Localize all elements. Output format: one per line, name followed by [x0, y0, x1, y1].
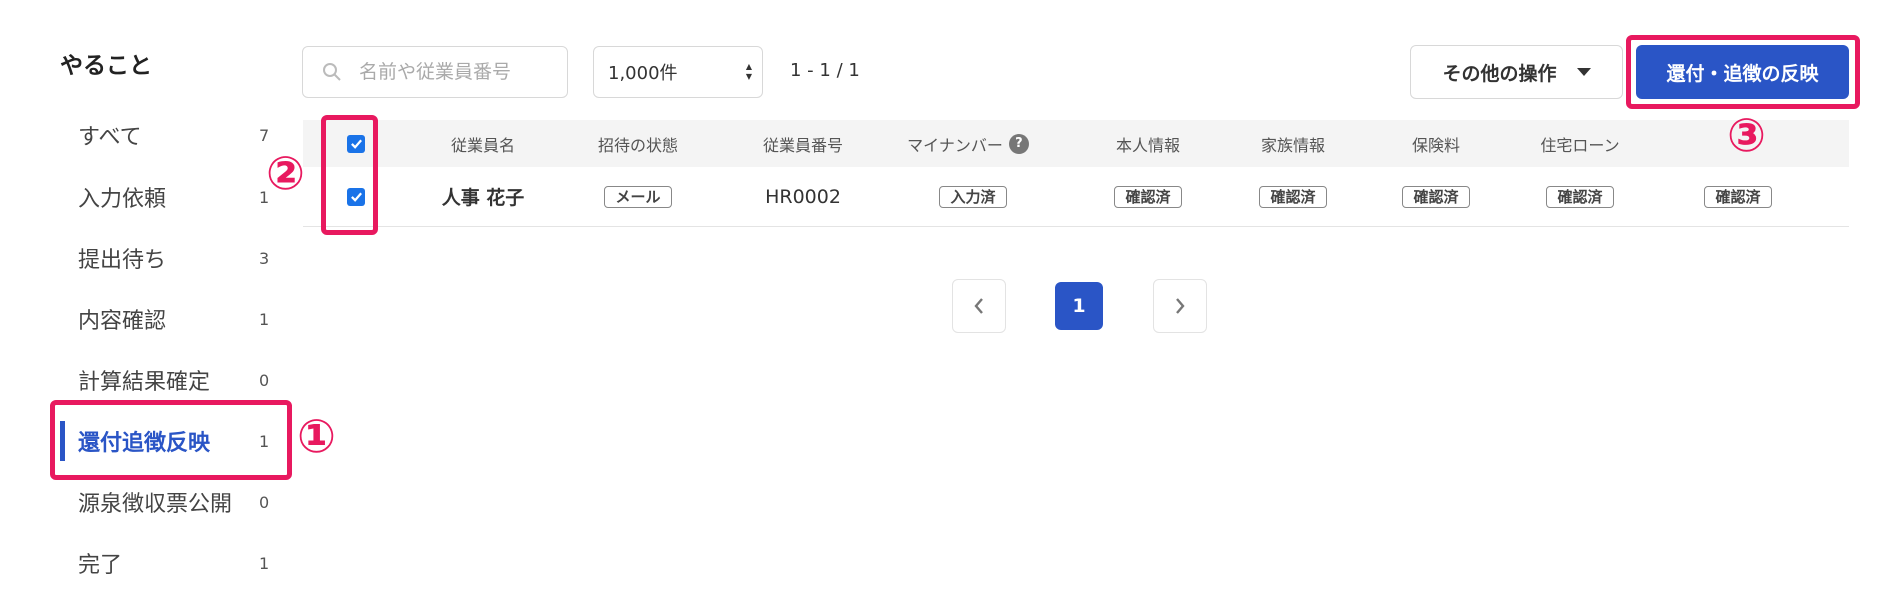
select-arrows-icon: ▲ ▼ — [745, 62, 752, 81]
highlight-box-sidebar — [50, 400, 292, 480]
mynumber-cell: 入力済 — [898, 167, 1048, 226]
sidebar-item-label: すべて — [78, 125, 142, 150]
sidebar-item-withholding-publish[interactable]: 源泉徴収票公開 0 — [60, 478, 272, 526]
status-badge: 確認済 — [1114, 185, 1182, 208]
employee-name[interactable]: 人事 花子 — [408, 167, 558, 226]
sidebar-item-label: 完了 — [78, 553, 123, 578]
loan-cell: 確認済 — [1505, 167, 1655, 226]
sidebar-item-all[interactable]: すべて 7 — [60, 111, 272, 159]
annotation-number-2: ② — [266, 146, 305, 200]
status-badge: 確認済 — [1402, 185, 1470, 208]
sidebar-item-count: 7 — [259, 125, 270, 145]
search-input[interactable] — [359, 61, 559, 83]
sidebar-item-awaiting-submission[interactable]: 提出待ち 3 — [60, 234, 272, 282]
chevron-left-icon — [974, 298, 983, 314]
other-operations-button[interactable]: その他の操作 — [1410, 45, 1623, 99]
chevron-right-icon — [1176, 298, 1185, 314]
status-badge: メール — [604, 185, 672, 208]
annotation-number-1: ① — [297, 409, 336, 463]
header-insurance[interactable]: 保険料 — [1361, 120, 1511, 167]
search-icon — [321, 61, 343, 83]
header-family[interactable]: 家族情報 — [1218, 120, 1368, 167]
highlight-box-checkboxes — [321, 115, 378, 235]
highlight-box-apply-button — [1626, 35, 1860, 109]
header-personal[interactable]: 本人情報 — [1073, 120, 1223, 167]
employee-number: HR0002 — [765, 185, 841, 208]
sidebar-item-label: 提出待ち — [78, 248, 167, 273]
sidebar-item-label: 源泉徴収票公開 — [78, 492, 233, 517]
status-badge: 確認済 — [1259, 185, 1327, 208]
sidebar-title: やること — [60, 53, 152, 79]
personal-cell: 確認済 — [1073, 167, 1223, 226]
sidebar-item-content-review[interactable]: 内容確認 1 — [60, 295, 272, 343]
sidebar: やること すべて 7 入力依頼 1 提出待ち 3 内容確認 1 計算結果確定 0… — [0, 0, 290, 592]
status-badge: 入力済 — [939, 185, 1007, 208]
per-page-select[interactable]: 1,000件 ▲ ▼ — [593, 46, 763, 98]
family-cell: 確認済 — [1218, 167, 1368, 226]
annotation-number-3: ③ — [1727, 108, 1766, 162]
header-invite[interactable]: 招待の状態 — [563, 120, 713, 167]
page-1-button[interactable]: 1 — [1055, 282, 1103, 330]
caret-down-icon — [1576, 68, 1591, 76]
header-number[interactable]: 従業員番号 — [728, 120, 878, 167]
header-name[interactable]: 従業員名 — [408, 120, 558, 167]
next-page-button[interactable] — [1153, 279, 1207, 333]
last-cell: 確認済 — [1663, 167, 1813, 226]
help-icon[interactable]: ? — [1008, 133, 1029, 154]
header-mynumber[interactable]: マイナンバー ? — [878, 120, 1058, 167]
sidebar-item-count: 1 — [259, 309, 270, 329]
header-mynumber-label: マイナンバー — [907, 135, 1003, 155]
result-range: 1 - 1 / 1 — [790, 60, 860, 81]
other-operations-label: その他の操作 — [1442, 62, 1557, 85]
table-row[interactable]: 人事 花子 メール HR0002 入力済 確認済 確認済 確認済 確認済 確認済 — [303, 167, 1849, 227]
sidebar-item-count: 3 — [259, 248, 270, 268]
sidebar-item-label: 計算結果確定 — [78, 370, 211, 395]
table-header: 従業員名 招待の状態 従業員番号 マイナンバー ? 本人情報 家族情報 保険料 … — [303, 120, 1849, 167]
invite-status-cell: メール — [563, 167, 713, 226]
sidebar-item-input-request[interactable]: 入力依頼 1 — [60, 173, 272, 221]
search-box[interactable] — [302, 46, 568, 98]
sidebar-item-count: 0 — [259, 370, 270, 390]
insurance-cell: 確認済 — [1361, 167, 1511, 226]
sidebar-item-label: 内容確認 — [78, 309, 167, 334]
sidebar-item-calc-confirm[interactable]: 計算結果確定 0 — [60, 356, 272, 404]
sidebar-item-label: 入力依頼 — [78, 187, 167, 212]
sidebar-item-count: 1 — [259, 553, 270, 573]
prev-page-button[interactable] — [952, 279, 1006, 333]
header-loan[interactable]: 住宅ローン — [1505, 120, 1655, 167]
status-badge: 確認済 — [1704, 185, 1772, 208]
sidebar-item-done[interactable]: 完了 1 — [60, 539, 272, 587]
status-badge: 確認済 — [1546, 185, 1614, 208]
per-page-value: 1,000件 — [608, 63, 678, 84]
sidebar-item-count: 0 — [259, 492, 270, 512]
